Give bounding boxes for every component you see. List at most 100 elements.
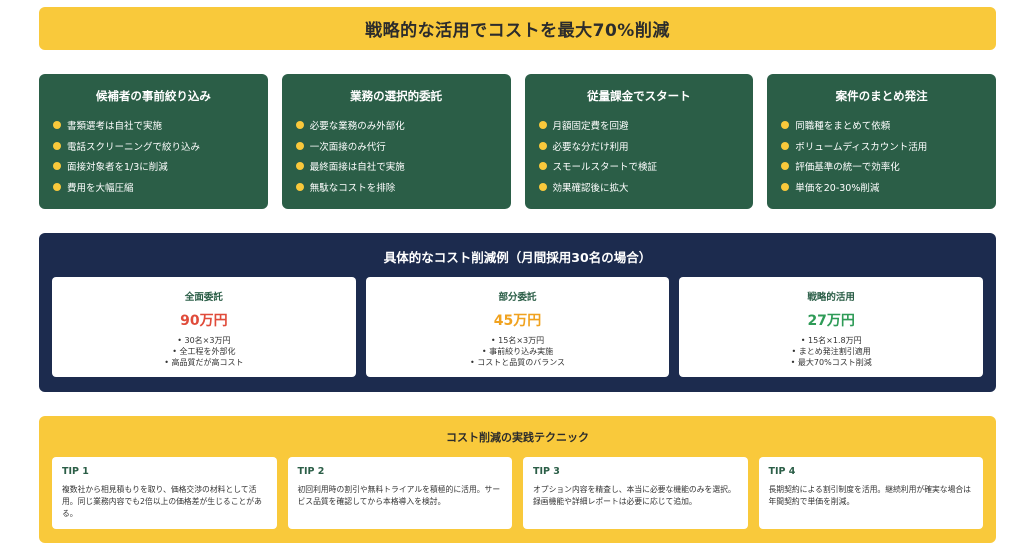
page: 戦略的な活用でコストを最大70%削減 候補者の事前絞り込み 書類選考は自社で実施… (0, 0, 1024, 555)
strategy-item-text: 一次面接のみ代行 (309, 141, 386, 153)
tip-label: TIP 1 (62, 466, 89, 477)
strategy-list: 月額固定費を回避 必要な分だけ利用 スモールスタートで検証 効果確認後に拡大 (538, 115, 740, 198)
strategy-item: 一次面接のみ代行 (295, 136, 497, 157)
cost-card-partial-outsourcing: 部分委託 45万円 • 15名×3万円 • 事前絞り込み実施 • コストと品質の… (365, 277, 670, 377)
strategy-item-text: 費用を大幅圧縮 (67, 182, 134, 194)
strategy-item-text: 面接対象者を1/3に削減 (67, 162, 168, 174)
cost-card-price: 90万円 (180, 313, 228, 329)
cost-card-label: 全面委託 (184, 292, 223, 303)
headline-banner: 戦略的な活用でコストを最大70%削減 (39, 7, 996, 50)
strategy-card-bulk-ordering: 案件のまとめ発注 同職種をまとめて依頼 ボリュームディスカウント活用 評価基準の… (767, 74, 996, 209)
tip-card-2: TIP 2 初回利用時の割引や無料トライアルを積極的に活用。サービス品質を確認し… (287, 457, 512, 529)
strategy-item: 必要な業務のみ外部化 (295, 115, 497, 136)
strategy-title: 業務の選択的委託 (350, 89, 443, 103)
bullet-dot-icon (781, 141, 790, 150)
cost-card-detail: • 全工程を外部化 (172, 347, 236, 356)
strategy-item-text: 月額固定費を回避 (552, 121, 629, 133)
tip-card-1: TIP 1 複数社から相見積もりを取り、価格交渉の材料として活用。同じ業務内容で… (52, 457, 277, 529)
strategy-item-text: 電話スクリーニングで絞り込み (67, 141, 201, 153)
tip-text: オプション内容を精査し、本当に必要な機能のみを選択。録画機能や詳細レポートは必要… (533, 485, 736, 506)
technique-title: コスト削減の実践テクニック (446, 431, 589, 444)
headline-title: 戦略的な活用でコストを最大70%削減 (365, 21, 670, 41)
bullet-dot-icon (53, 121, 61, 130)
cost-card-detail: • 30名×3万円 (177, 336, 231, 345)
strategy-item: 評価基準の統一で効率化 (781, 156, 982, 177)
tip-label: TIP 2 (297, 466, 325, 477)
cost-card-detail: • 最大70%コスト削減 (790, 358, 872, 367)
strategy-item: 月額固定費を回避 (538, 115, 740, 136)
strategy-list: 書類選考は自社で実施 電話スクリーニングで絞り込み 面接対象者を1/3に削減 費… (53, 115, 254, 197)
tip-text: 長期契約による割引制度を活用。継続利用が確実な場合は年間契約で単価を削減。 (768, 485, 971, 506)
strategy-item: 必要な分だけ利用 (538, 136, 740, 157)
bullet-dot-icon (295, 141, 304, 150)
tip-label: TIP 3 (533, 466, 560, 477)
strategy-item-text: 最終面接は自社で実施 (309, 162, 405, 174)
strategy-item-text: 評価基準の統一で効率化 (795, 162, 900, 174)
cost-card-strategic-use: 戦略的活用 27万円 • 15名×1.8万円 • まとめ発注割引適用 • 最大7… (679, 277, 984, 377)
bullet-dot-icon (538, 121, 547, 130)
tip-card-3: TIP 3 オプション内容を精査し、本当に必要な機能のみを選択。録画機能や詳細レ… (523, 457, 748, 529)
strategy-cards: 候補者の事前絞り込み 書類選考は自社で実施 電話スクリーニングで絞り込み 面接対… (39, 74, 996, 209)
cost-card-detail: • 高品質だが高コスト (164, 358, 244, 367)
cost-card-price: 27万円 (807, 313, 855, 329)
cost-card-detail: • コストと品質のバランス (469, 358, 566, 367)
cost-card-details: • 15名×1.8万円 • まとめ発注割引適用 • 最大70%コスト削減 (679, 335, 983, 368)
strategy-item-text: 必要な分だけ利用 (552, 141, 629, 153)
cost-card-price: 45万円 (493, 313, 542, 329)
strategy-card-selective-outsourcing: 業務の選択的委託 必要な業務のみ外部化 一次面接のみ代行 最終面接は自社で実施 … (281, 74, 511, 209)
tip-label: TIP 4 (768, 466, 796, 477)
bullet-dot-icon (781, 162, 790, 171)
strategy-item: ボリュームディスカウント活用 (781, 136, 982, 157)
cost-card-label: 部分委託 (498, 292, 537, 303)
strategy-title: 候補者の事前絞り込み (95, 89, 211, 103)
bullet-dot-icon (538, 141, 547, 150)
cost-card-detail: • 15名×3万円 (490, 336, 545, 345)
strategy-item: 同職種をまとめて依頼 (781, 115, 982, 136)
bullet-dot-icon (53, 182, 61, 191)
strategy-item: 最終面接は自社で実施 (295, 156, 497, 177)
strategy-item: 費用を大幅圧縮 (53, 177, 254, 198)
strategy-card-pay-per-use: 従量課金でスタート 月額固定費を回避 必要な分だけ利用 スモールスタートで検証 … (524, 74, 754, 209)
cost-card-label: 戦略的活用 (807, 292, 855, 303)
cost-card-detail: • 15名×1.8万円 (800, 336, 862, 345)
tip-cards: TIP 1 複数社から相見積もりを取り、価格交渉の材料として活用。同じ業務内容で… (52, 457, 983, 529)
strategy-item-text: 必要な業務のみ外部化 (309, 121, 405, 133)
cost-card-detail: • 事前絞り込み実施 (481, 347, 554, 356)
bullet-dot-icon (538, 162, 547, 171)
tip-text: 複数社から相見積もりを取り、価格交渉の材料として活用。同じ業務内容でも2倍以上の… (62, 485, 262, 518)
bullet-dot-icon (781, 182, 790, 191)
cost-card-details: • 15名×3万円 • 事前絞り込み実施 • コストと品質のバランス (366, 335, 670, 368)
strategy-item: 無駄なコストを排除 (295, 177, 497, 198)
cost-card-full-outsourcing: 全面委託 90万円 • 30名×3万円 • 全工程を外部化 • 高品質だが高コス… (52, 277, 356, 377)
bullet-dot-icon (53, 141, 61, 150)
strategy-item-text: 単価を20-30%削減 (795, 182, 880, 194)
strategy-title: 従量課金でスタート (587, 89, 691, 103)
cost-example-cards: 全面委託 90万円 • 30名×3万円 • 全工程を外部化 • 高品質だが高コス… (52, 277, 984, 377)
strategy-item-text: 同職種をまとめて依頼 (795, 121, 891, 133)
cost-card-details: • 30名×3万円 • 全工程を外部化 • 高品質だが高コスト (52, 335, 356, 368)
strategy-list: 同職種をまとめて依頼 ボリュームディスカウント活用 評価基準の統一で効率化 単価… (781, 115, 982, 197)
strategy-item: 単価を20-30%削減 (781, 177, 982, 198)
cost-example-title: 具体的なコスト削減例（月間採用30名の場合） (383, 250, 652, 265)
strategy-title: 案件のまとめ発注 (835, 89, 928, 103)
strategy-item: 面接対象者を1/3に削減 (53, 156, 254, 177)
strategy-list: 必要な業務のみ外部化 一次面接のみ代行 最終面接は自社で実施 無駄なコストを排除 (295, 115, 497, 198)
bullet-dot-icon (781, 121, 790, 130)
strategy-item: スモールスタートで検証 (538, 156, 740, 177)
strategy-item: 効果確認後に拡大 (538, 177, 740, 198)
cost-card-detail: • まとめ発注割引適用 (791, 347, 871, 356)
strategy-item: 電話スクリーニングで絞り込み (53, 136, 254, 157)
technique-panel: コスト削減の実践テクニック TIP 1 複数社から相見積もりを取り、価格交渉の材… (39, 416, 996, 543)
strategy-item-text: ボリュームディスカウント活用 (795, 141, 928, 153)
cost-example-panel: 具体的なコスト削減例（月間採用30名の場合） 全面委託 90万円 • 30名×3… (39, 233, 996, 392)
bullet-dot-icon (538, 182, 547, 191)
strategy-item-text: 無駄なコストを排除 (309, 182, 396, 194)
strategy-item: 書類選考は自社で実施 (53, 115, 254, 136)
tip-text: 初回利用時の割引や無料トライアルを積極的に活用。サービス品質を確認してから本格導… (297, 485, 501, 506)
tip-card-4: TIP 4 長期契約による割引制度を活用。継続利用が確実な場合は年間契約で単価を… (758, 457, 983, 529)
strategy-item-text: 効果確認後に拡大 (552, 182, 629, 194)
bullet-dot-icon (53, 162, 61, 171)
strategy-card-prescreening: 候補者の事前絞り込み 書類選考は自社で実施 電話スクリーニングで絞り込み 面接対… (39, 74, 268, 209)
bullet-dot-icon (295, 162, 304, 171)
bullet-dot-icon (295, 182, 304, 191)
